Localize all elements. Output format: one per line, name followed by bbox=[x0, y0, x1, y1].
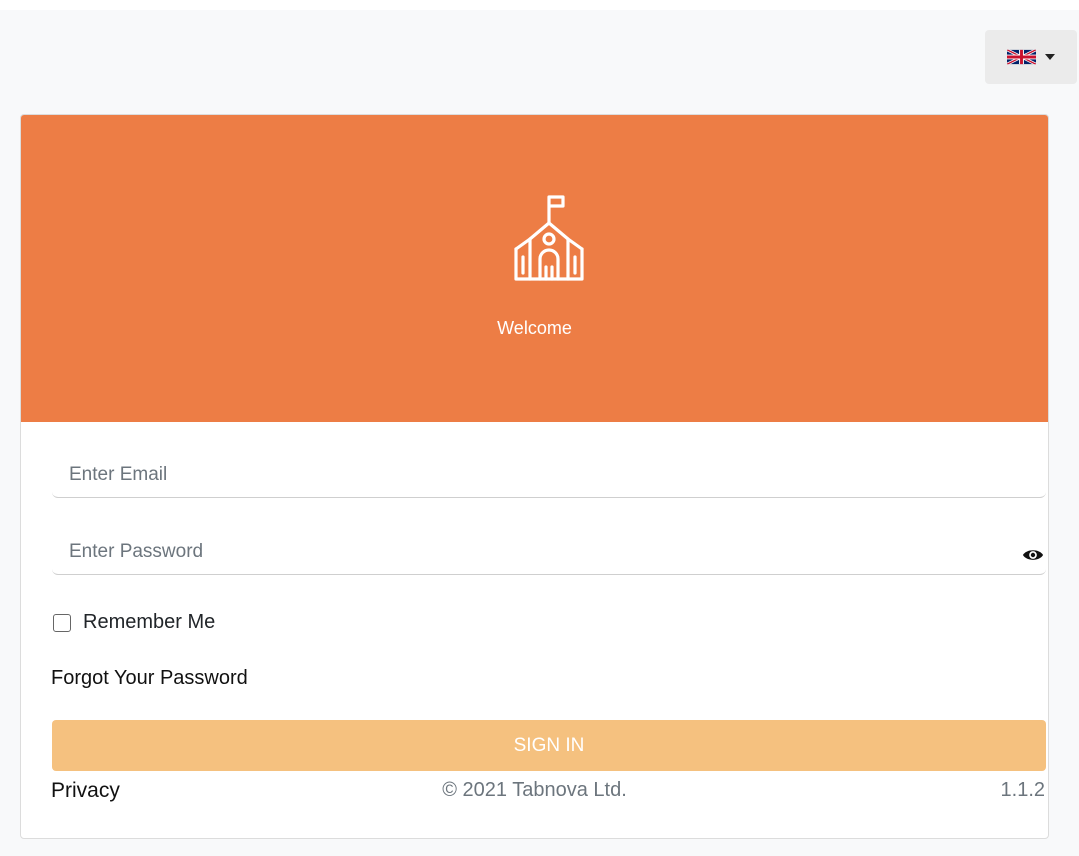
eye-icon[interactable] bbox=[1022, 547, 1044, 563]
welcome-text: Welcome bbox=[497, 318, 572, 338]
language-selector[interactable] bbox=[985, 30, 1077, 84]
copyright-text: © 2021 Tabnova Ltd. bbox=[442, 779, 627, 801]
login-card: Welcome Remember Me Forgot Your Password… bbox=[20, 114, 1049, 839]
email-input[interactable] bbox=[52, 452, 1046, 497]
login-page: Welcome Remember Me Forgot Your Password… bbox=[0, 10, 1079, 856]
version-text: 1.1.2 bbox=[1000, 779, 1045, 801]
password-input[interactable] bbox=[52, 529, 1046, 574]
school-icon bbox=[514, 195, 584, 281]
caret-down-icon bbox=[1045, 54, 1055, 60]
remember-me-checkbox[interactable] bbox=[53, 613, 71, 632]
remember-me-label: Remember Me bbox=[83, 611, 216, 633]
sign-in-button[interactable]: SIGN IN bbox=[52, 720, 1046, 771]
password-field[interactable] bbox=[52, 529, 1046, 575]
remember-me[interactable]: Remember Me bbox=[53, 611, 215, 634]
uk-flag-icon bbox=[1007, 49, 1036, 65]
email-field[interactable] bbox=[52, 452, 1046, 498]
hero-banner: Welcome bbox=[21, 115, 1048, 422]
privacy-link[interactable]: Privacy bbox=[51, 779, 120, 803]
forgot-password-link[interactable]: Forgot Your Password bbox=[51, 667, 248, 690]
